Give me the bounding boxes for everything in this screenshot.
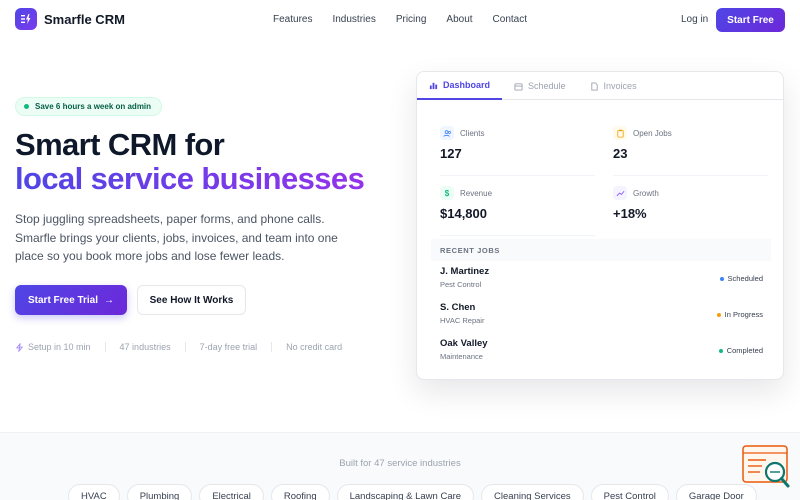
stat-setup-text: Setup in 10 min [28, 342, 91, 352]
search-widget-icon[interactable] [742, 445, 792, 490]
job-service-type: Pest Control [440, 280, 482, 289]
nav-link-contact[interactable]: Contact [493, 14, 527, 25]
tab-dashboard[interactable]: Dashboard [417, 72, 503, 100]
nav-link-industries[interactable]: Industries [332, 14, 375, 25]
job-status: Scheduled [719, 274, 763, 283]
job-row[interactable]: J. Martinez Pest Control Scheduled [440, 266, 763, 294]
job-row[interactable]: S. Chen HVAC Repair In Progress [440, 302, 763, 330]
industry-chip-pest-control[interactable]: Pest Control [590, 484, 669, 500]
calendar-icon [514, 82, 523, 91]
lightning-logo-icon [15, 8, 37, 30]
job-status-label: Scheduled [727, 274, 763, 283]
metric-divider [440, 235, 595, 236]
login-link[interactable]: Log in [681, 14, 708, 25]
see-how-it-works-button[interactable]: See How It Works [137, 285, 246, 315]
tab-schedule-label: Schedule [528, 81, 566, 91]
stat-divider [104, 342, 106, 352]
brand-name: Smarfle CRM [44, 11, 125, 27]
metric-revenue-value: $14,800 [440, 206, 487, 221]
start-free-trial-label: Start Free Trial [27, 294, 99, 306]
hero-stats: Setup in 10 min 47 industries 7-day free… [15, 342, 342, 352]
stat-industries: 47 industries [119, 342, 171, 352]
badge-dot-icon [24, 104, 29, 109]
stat-setup: Setup in 10 min [15, 342, 91, 352]
job-status: Completed [718, 346, 763, 355]
bar-chart-icon [429, 82, 438, 89]
nav-link-features[interactable]: Features [273, 14, 312, 25]
hero-subtitle: Stop juggling spreadsheets, paper forms,… [15, 212, 338, 263]
savings-badge: Save 6 hours a week on admin [15, 97, 163, 116]
job-status: In Progress [716, 310, 763, 319]
metric-open-jobs-head: Open Jobs [613, 126, 773, 140]
metric-growth: Growth +18% [613, 186, 773, 232]
metric-revenue-head: $ Revenue [440, 186, 600, 200]
industry-chip-electrical[interactable]: Electrical [199, 484, 264, 500]
tab-invoices-label: Invoices [603, 81, 637, 91]
start-free-trial-button[interactable]: Start Free Trial → [15, 285, 127, 315]
metric-revenue: $ Revenue $14,800 [440, 186, 600, 236]
recent-jobs-header: RECENT JOBS [431, 239, 771, 261]
trend-up-icon [613, 186, 627, 200]
badge-text: Save 6 hours a week on admin [35, 102, 152, 111]
metric-clients: Clients 127 [440, 126, 600, 176]
metric-open-jobs: Open Jobs 23 [613, 126, 773, 176]
hero-title-line2: local service businesses [15, 161, 365, 196]
job-status-label: Completed [726, 346, 763, 355]
industry-chip-cleaning[interactable]: Cleaning Services [481, 484, 584, 500]
nav-link-pricing[interactable]: Pricing [396, 14, 427, 25]
nav-link-about[interactable]: About [446, 14, 472, 25]
nav-links: Features Industries Pricing About Contac… [273, 14, 527, 25]
metric-open-jobs-label: Open Jobs [633, 128, 672, 138]
stat-divider [271, 342, 273, 352]
industry-chip-plumbing[interactable]: Plumbing [126, 484, 193, 500]
lightning-icon [15, 342, 24, 352]
metric-growth-head: Growth [613, 186, 773, 200]
job-client-name: S. Chen [440, 302, 476, 313]
status-dot-icon [718, 348, 723, 353]
job-client-name: J. Martinez [440, 266, 490, 277]
job-service-type: Maintenance [440, 352, 483, 361]
dashboard-preview: Dashboard Schedule Invoices Clients 127 … [416, 71, 784, 380]
industry-chips: HVAC Plumbing Electrical Roofing Landsca… [68, 484, 757, 500]
users-icon [440, 126, 454, 140]
metric-clients-label: Clients [460, 128, 485, 138]
status-dot-icon [719, 276, 724, 281]
job-client-name: Oak Valley [440, 338, 488, 349]
metric-divider [613, 175, 768, 176]
job-service-type: HVAC Repair [440, 316, 485, 325]
metric-open-jobs-value: 23 [613, 146, 628, 161]
document-icon [590, 81, 598, 91]
metric-growth-value: +18% [613, 206, 647, 221]
tab-invoices[interactable]: Invoices [578, 72, 649, 100]
metric-clients-head: Clients [440, 126, 600, 140]
industries-title: Built for 47 service industries [339, 458, 461, 469]
job-status-label: In Progress [724, 310, 763, 319]
dashboard-tabs: Dashboard Schedule Invoices [417, 72, 783, 100]
status-dot-icon [716, 312, 721, 317]
clipboard-icon [613, 126, 627, 140]
stat-no-card: No credit card [286, 342, 343, 352]
industry-chip-landscaping[interactable]: Landscaping & Lawn Care [336, 484, 475, 500]
arrow-right-icon: → [104, 294, 115, 306]
industry-chip-hvac[interactable]: HVAC [68, 484, 120, 500]
dollar-icon: $ [440, 186, 454, 200]
top-nav: Smarfle CRM Features Industries Pricing … [0, 0, 800, 40]
metric-growth-label: Growth [633, 188, 659, 198]
industry-chip-roofing[interactable]: Roofing [270, 484, 330, 500]
brand-logo[interactable]: Smarfle CRM [15, 8, 125, 30]
metric-clients-value: 127 [440, 146, 462, 161]
hero-title-line1: Smart CRM for [15, 127, 225, 162]
start-free-button[interactable]: Start Free [716, 8, 785, 32]
stat-divider [184, 342, 186, 352]
metric-divider [440, 175, 595, 176]
metric-revenue-label: Revenue [460, 188, 493, 198]
stat-trial: 7-day free trial [199, 342, 258, 352]
tab-schedule[interactable]: Schedule [502, 72, 578, 100]
job-row[interactable]: Oak Valley Maintenance Completed [440, 338, 763, 366]
tab-dashboard-label: Dashboard [443, 80, 491, 90]
